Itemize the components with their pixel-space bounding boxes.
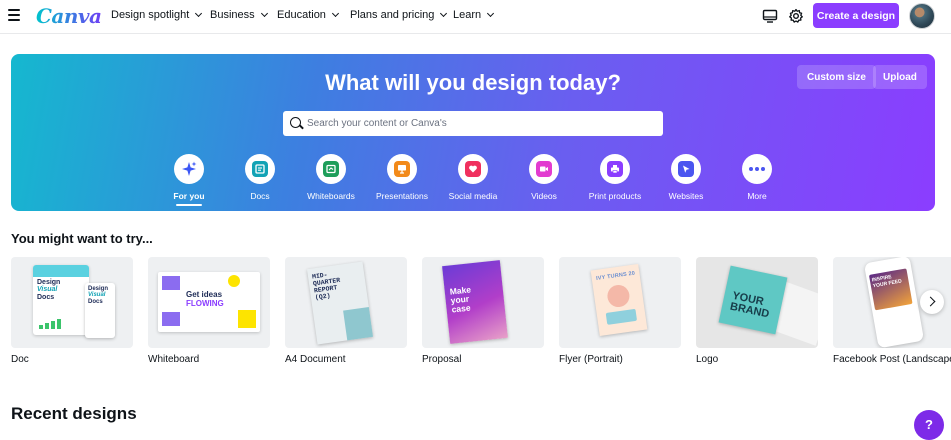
search-icon [290,117,301,128]
category-label: Presentations [376,191,428,201]
template-label: Doc [11,354,29,365]
nav-label: Learn [453,9,482,21]
nav-learn[interactable]: Learn [453,9,495,21]
chevron-down-icon [195,9,203,18]
print-icon [607,161,623,177]
nav-business[interactable]: Business [210,9,268,21]
template-card-whiteboard[interactable]: Get ideas FLOWING Whiteboard [148,257,270,365]
category-label: Whiteboards [307,191,355,201]
category-icon-circle [316,154,346,184]
nav-education[interactable]: Education [277,9,339,21]
top-navigation-bar: Canva Design spotlight Business Educatio… [0,0,951,34]
template-card-flyer[interactable]: IVY TURNS 20 Flyer (Portrait) [559,257,681,365]
template-label: Facebook Post (Landscape) [833,354,951,365]
chevron-down-icon [487,9,495,18]
template-card-doc[interactable]: Design Visual Docs Design Visual Docs Do… [11,257,133,365]
upload-button[interactable]: Upload [873,65,927,89]
doc-phone-page: Design Visual Docs [85,283,115,338]
category-for-you[interactable]: For you [154,154,224,206]
template-card-a4-document[interactable]: MID- QUARTER REPORT (Q2) A4 Document [285,257,407,365]
category-social-media[interactable]: Social media [438,154,508,201]
category-icon-circle [529,154,559,184]
gear-icon[interactable] [788,8,804,24]
hamburger-menu-icon[interactable] [8,9,20,21]
cursor-icon [678,161,694,177]
thumb-text: IVY TURNS 20 [595,270,636,282]
doc-page: Design Visual Docs [33,265,89,335]
template-thumbnail: MID- QUARTER REPORT (Q2) [285,257,407,348]
doc-icon [252,161,268,177]
template-thumbnail: IVY TURNS 20 [559,257,681,348]
category-icon-circle [387,154,417,184]
carousel-next-button[interactable] [920,290,944,314]
category-whiteboards[interactable]: Whiteboards [296,154,366,201]
template-thumbnail: Design Visual Docs Design Visual Docs [11,257,133,348]
template-card-proposal[interactable]: Make your case Proposal [422,257,544,365]
whiteboard-icon [323,161,339,177]
template-label: Logo [696,354,719,365]
custom-size-button[interactable]: Custom size [797,65,876,89]
nav-label: Plans and pricing [350,9,435,21]
category-websites[interactable]: Websites [651,154,721,201]
template-thumbnail: YOUR BRAND [696,257,818,348]
category-label: For you [173,191,205,201]
thumb-text: Visual [37,286,58,294]
category-label: Videos [531,191,557,201]
desktop-app-icon[interactable] [762,8,778,24]
category-label: More [747,191,767,201]
thumb-text: Docs [88,298,103,305]
category-docs[interactable]: Docs [225,154,295,201]
chevron-down-icon [260,9,268,18]
nav-label: Business [210,9,255,21]
thumb-text: Docs [37,293,55,301]
chevron-down-icon [331,9,339,18]
nav-label: Design spotlight [111,9,190,21]
section-title-try: You might want to try... [11,231,153,246]
template-card-logo[interactable]: YOUR BRAND Logo [696,257,818,365]
chevron-down-icon [440,9,448,18]
canva-logo[interactable]: Canva [36,4,102,28]
template-label: Proposal [422,354,462,365]
category-icon-circle [742,154,772,184]
category-presentations[interactable]: Presentations [367,154,437,201]
category-icon-circle [245,154,275,184]
category-videos[interactable]: Videos [509,154,579,201]
sparkle-icon [182,161,197,176]
template-thumbnail: Get ideas FLOWING [148,257,270,348]
search-input[interactable] [307,111,657,136]
create-a-design-button[interactable]: Create a design [813,3,899,28]
nav-design-spotlight[interactable]: Design spotlight [111,9,203,21]
category-label: Websites [668,191,704,201]
category-icon-circle [671,154,701,184]
active-underline [176,204,202,206]
avatar[interactable] [909,3,935,29]
template-thumbnail: Make your case [422,257,544,348]
category-label: Social media [448,191,498,201]
category-more[interactable]: More [722,154,792,201]
nav-label: Education [277,9,326,21]
video-icon [536,161,552,177]
section-title-recent: Recent designs [11,404,137,423]
category-label: Print products [588,191,642,201]
template-label: Whiteboard [148,354,200,365]
thumb-text: Design [37,279,61,286]
category-label: Docs [250,191,270,201]
hero-banner: What will you design today? Custom size … [11,54,935,211]
template-label: A4 Document [285,354,346,365]
nav-plans-and-pricing[interactable]: Plans and pricing [350,9,448,21]
more-icon [749,167,765,171]
search-bar[interactable] [283,111,663,136]
presentation-icon [394,161,410,177]
thumb-text: FLOWING [186,298,224,308]
heart-icon [465,161,481,177]
category-icon-circle [600,154,630,184]
template-label: Flyer (Portrait) [559,354,623,365]
category-icon-circle [174,154,204,184]
category-print-products[interactable]: Print products [580,154,650,201]
category-icon-circle [458,154,488,184]
